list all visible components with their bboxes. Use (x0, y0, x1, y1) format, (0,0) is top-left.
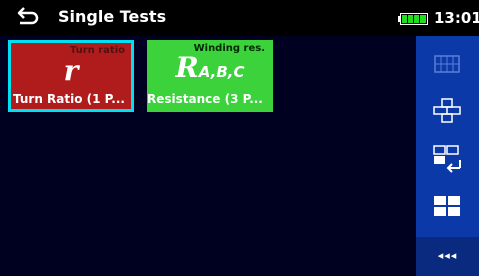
header-bar: Single Tests 13:01 (0, 0, 479, 36)
more-options-button[interactable]: ◂◂◂ (416, 237, 479, 276)
test-tile-winding-resistance[interactable]: Winding res. RA,B,C Resistance (3 P... (147, 40, 273, 112)
tile-label: Resistance (3 P... (147, 92, 263, 106)
tile-symbol: RA,B,C (175, 51, 245, 84)
split-view-button[interactable] (416, 184, 479, 228)
swap-view-icon (433, 145, 461, 173)
clock-time: 13:01 (434, 9, 479, 27)
tile-symbol-subscript: A,B,C (198, 63, 245, 81)
battery-full-icon (398, 13, 428, 25)
more-options-label: ◂◂◂ (437, 249, 458, 262)
tile-symbol: r (63, 54, 79, 87)
cross-view-button[interactable] (416, 88, 479, 132)
grid-view-icon (434, 55, 460, 73)
back-arrow-icon[interactable] (16, 5, 40, 27)
single-tests-screen: Single Tests 13:01 Turn ratio r Turn Rat… (0, 0, 479, 276)
split-view-icon (434, 196, 460, 216)
cross-view-icon (433, 98, 461, 123)
tile-label: Turn Ratio (1 P... (13, 92, 125, 106)
grid-view-button[interactable] (416, 42, 479, 86)
test-tile-turn-ratio[interactable]: Turn ratio r Turn Ratio (1 P... (8, 40, 134, 112)
page-title: Single Tests (58, 7, 167, 26)
swap-view-button[interactable] (416, 136, 479, 180)
